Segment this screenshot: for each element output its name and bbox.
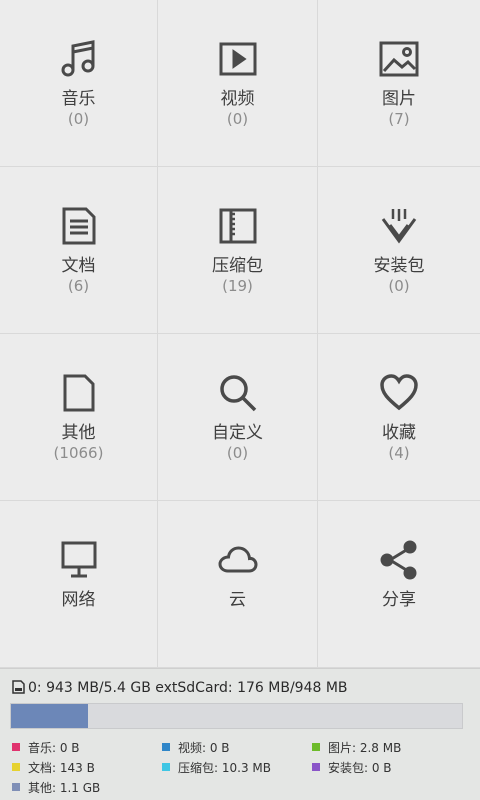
legend-swatch <box>162 743 170 751</box>
legend-swatch <box>12 783 20 791</box>
category-label: 文档 <box>61 256 96 276</box>
archive-icon <box>217 205 259 247</box>
category-count: (0) <box>226 110 249 128</box>
category-documents[interactable]: 文档 (6) <box>0 167 158 334</box>
legend-label: 音乐: 0 B <box>28 741 80 755</box>
category-count: (0) <box>226 444 249 462</box>
document-icon <box>58 205 100 247</box>
legend-item-music: 音乐: 0 B <box>12 739 80 756</box>
legend-swatch <box>12 743 20 751</box>
storage-usage-fill <box>11 704 88 728</box>
category-label: 分享 <box>382 590 416 610</box>
video-icon <box>217 38 259 80</box>
legend-item-archives: 压缩包: 10.3 MB <box>162 759 271 776</box>
sd-card-icon <box>12 680 25 698</box>
category-label: 其他 <box>61 423 96 443</box>
category-cloud[interactable]: 云 <box>158 501 318 668</box>
category-label: 音乐 <box>61 89 96 109</box>
category-count: (1066) <box>53 444 104 462</box>
category-share[interactable]: 分享 <box>318 501 480 668</box>
legend-item-others: 其他: 1.1 GB <box>12 779 100 796</box>
share-icon <box>378 539 420 581</box>
legend-label: 安装包: 0 B <box>328 761 392 775</box>
legend-label: 压缩包: 10.3 MB <box>178 761 271 775</box>
category-network[interactable]: 网络 <box>0 501 158 668</box>
legend-label: 视频: 0 B <box>178 741 230 755</box>
category-others[interactable]: 其他 (1066) <box>0 334 158 501</box>
category-label: 网络 <box>61 590 96 610</box>
legend-swatch <box>162 763 170 771</box>
category-music[interactable]: 音乐 (0) <box>0 0 158 167</box>
legend-item-video: 视频: 0 B <box>162 739 230 756</box>
legend-swatch <box>312 763 320 771</box>
category-label: 图片 <box>382 89 416 109</box>
category-label: 收藏 <box>382 423 416 443</box>
file-icon <box>58 372 100 414</box>
legend-swatch <box>12 763 20 771</box>
search-icon <box>217 372 259 414</box>
category-pictures[interactable]: 图片 (7) <box>318 0 480 167</box>
category-label: 自定义 <box>212 423 263 443</box>
legend-item-pictures: 图片: 2.8 MB <box>312 739 401 756</box>
category-count: (6) <box>67 277 90 295</box>
category-custom[interactable]: 自定义 (0) <box>158 334 318 501</box>
cloud-icon <box>217 539 259 581</box>
category-archives[interactable]: 压缩包 (19) <box>158 167 318 334</box>
category-favorites[interactable]: 收藏 (4) <box>318 334 480 501</box>
category-label: 压缩包 <box>212 256 263 276</box>
heart-icon <box>378 372 420 414</box>
storage-summary-text: 0: 943 MB/5.4 GB extSdCard: 176 MB/948 M… <box>28 680 348 696</box>
category-count: (4) <box>388 444 410 462</box>
category-count: (7) <box>388 110 410 128</box>
storage-panel: 0: 943 MB/5.4 GB extSdCard: 176 MB/948 M… <box>0 668 480 800</box>
legend-label: 其他: 1.1 GB <box>28 781 101 795</box>
apk-download-icon <box>378 205 420 247</box>
category-label: 云 <box>229 590 246 610</box>
storage-summary: 0: 943 MB/5.4 GB extSdCard: 176 MB/948 M… <box>12 680 348 698</box>
legend-item-documents: 文档: 143 B <box>12 759 95 776</box>
category-grid: 音乐 (0) 视频 (0) 图片 (7) 文档 (6) 压缩包 (19) 安装包… <box>0 0 480 668</box>
category-label: 安装包 <box>373 256 425 276</box>
category-count: (0) <box>388 277 410 295</box>
music-icon <box>58 38 100 80</box>
category-video[interactable]: 视频 (0) <box>158 0 318 167</box>
category-label: 视频 <box>220 89 255 109</box>
legend-label: 图片: 2.8 MB <box>328 741 402 755</box>
legend-label: 文档: 143 B <box>28 761 95 775</box>
category-apks[interactable]: 安装包 (0) <box>318 167 480 334</box>
monitor-icon <box>58 539 100 581</box>
category-count: (0) <box>67 110 90 128</box>
storage-usage-bar <box>10 703 463 729</box>
category-count: (19) <box>222 277 253 295</box>
picture-icon <box>378 38 420 80</box>
legend-item-apks: 安装包: 0 B <box>312 759 392 776</box>
legend-swatch <box>312 743 320 751</box>
